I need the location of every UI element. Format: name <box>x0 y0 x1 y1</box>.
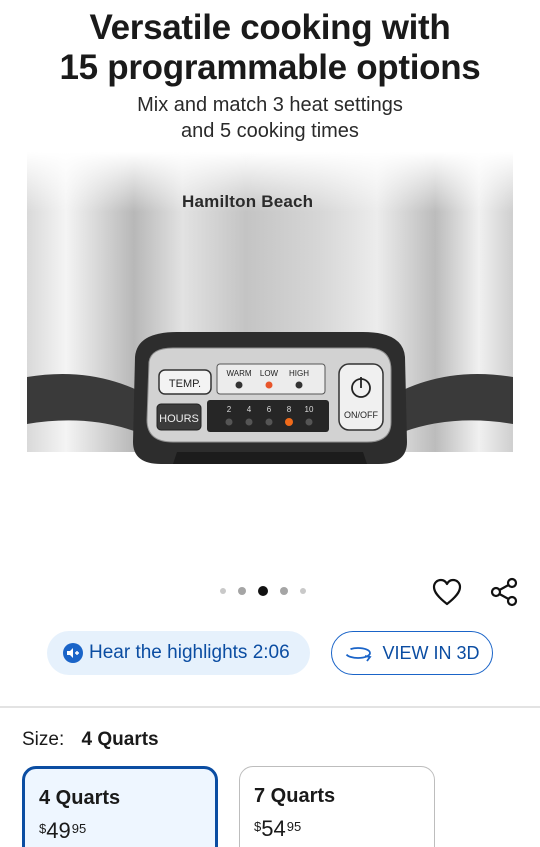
hero-title-line-2: 15 programmable options <box>59 48 481 87</box>
carousel-dots[interactable] <box>220 585 306 597</box>
product-image[interactable]: Hamilton Beach TEMP. HOURS WARM LOW HIGH <box>27 152 513 482</box>
price-cents: 95 <box>71 821 87 836</box>
size-label: Size: <box>22 729 65 750</box>
hero-subtitle-line-1: Mix and match 3 heat settings <box>137 94 403 116</box>
heat-low-label: LOW <box>260 369 279 378</box>
time-6-label: 6 <box>267 405 272 414</box>
size-option-name: 7 Quarts <box>254 785 336 807</box>
price-dollars: 54 <box>261 816 286 841</box>
hero-title-line-1: Versatile cooking with <box>89 8 451 47</box>
favorite-button[interactable] <box>430 575 464 609</box>
size-option-name: 4 Quarts <box>39 787 121 809</box>
share-icon <box>490 577 518 607</box>
power-label: ON/OFF <box>344 410 378 420</box>
carousel-dot[interactable] <box>220 588 226 594</box>
share-button[interactable] <box>487 575 521 609</box>
size-option-price: $ 49 95 <box>39 818 201 844</box>
time-8-label: 8 <box>287 405 292 414</box>
carousel-dot[interactable] <box>300 588 306 594</box>
section-divider <box>0 706 540 708</box>
hero-subtitle: Mix and match 3 heat settings and 5 cook… <box>0 92 540 144</box>
price-dollars: 49 <box>46 818 71 843</box>
hear-highlights-button[interactable]: Hear the highlights 2:06 <box>47 631 310 675</box>
heat-warm-label: WARM <box>226 369 251 378</box>
currency-symbol: $ <box>254 819 262 834</box>
hear-highlights-label: Hear the highlights 2:06 <box>89 642 290 663</box>
size-selected-value: 4 Quarts <box>81 729 159 750</box>
hero-subtitle-line-2: and 5 cooking times <box>181 120 359 142</box>
carousel-dot[interactable] <box>280 587 288 595</box>
hours-label: HOURS <box>159 413 199 425</box>
heat-high-label: HIGH <box>289 369 309 378</box>
size-selector-header: Size: 4 Quarts <box>22 729 159 751</box>
time-10-label: 10 <box>305 405 314 414</box>
rotate-3d-icon <box>345 647 373 662</box>
control-panel: TEMP. HOURS WARM LOW HIGH 2 4 6 8 10 ON/… <box>27 332 513 464</box>
heart-icon <box>432 578 462 606</box>
price-cents: 95 <box>286 819 302 834</box>
hero-title: Versatile cooking with 15 programmable o… <box>0 8 540 88</box>
temp-label: TEMP. <box>169 378 201 390</box>
carousel-dot-active[interactable] <box>258 586 268 596</box>
view-in-3d-label: VIEW IN 3D <box>382 642 480 663</box>
audio-icon <box>63 643 83 663</box>
product-hero: Versatile cooking with 15 programmable o… <box>0 0 540 570</box>
size-option-4-quarts[interactable]: 4 Quarts $ 49 95 <box>22 766 218 847</box>
view-in-3d-button[interactable]: VIEW IN 3D <box>331 631 493 675</box>
time-4-label: 4 <box>247 405 252 414</box>
currency-symbol: $ <box>39 821 47 836</box>
time-2-label: 2 <box>227 405 232 414</box>
size-option-7-quarts[interactable]: 7 Quarts $ 54 95 <box>239 766 435 847</box>
carousel-dot[interactable] <box>238 587 246 595</box>
size-option-price: $ 54 95 <box>254 816 420 842</box>
